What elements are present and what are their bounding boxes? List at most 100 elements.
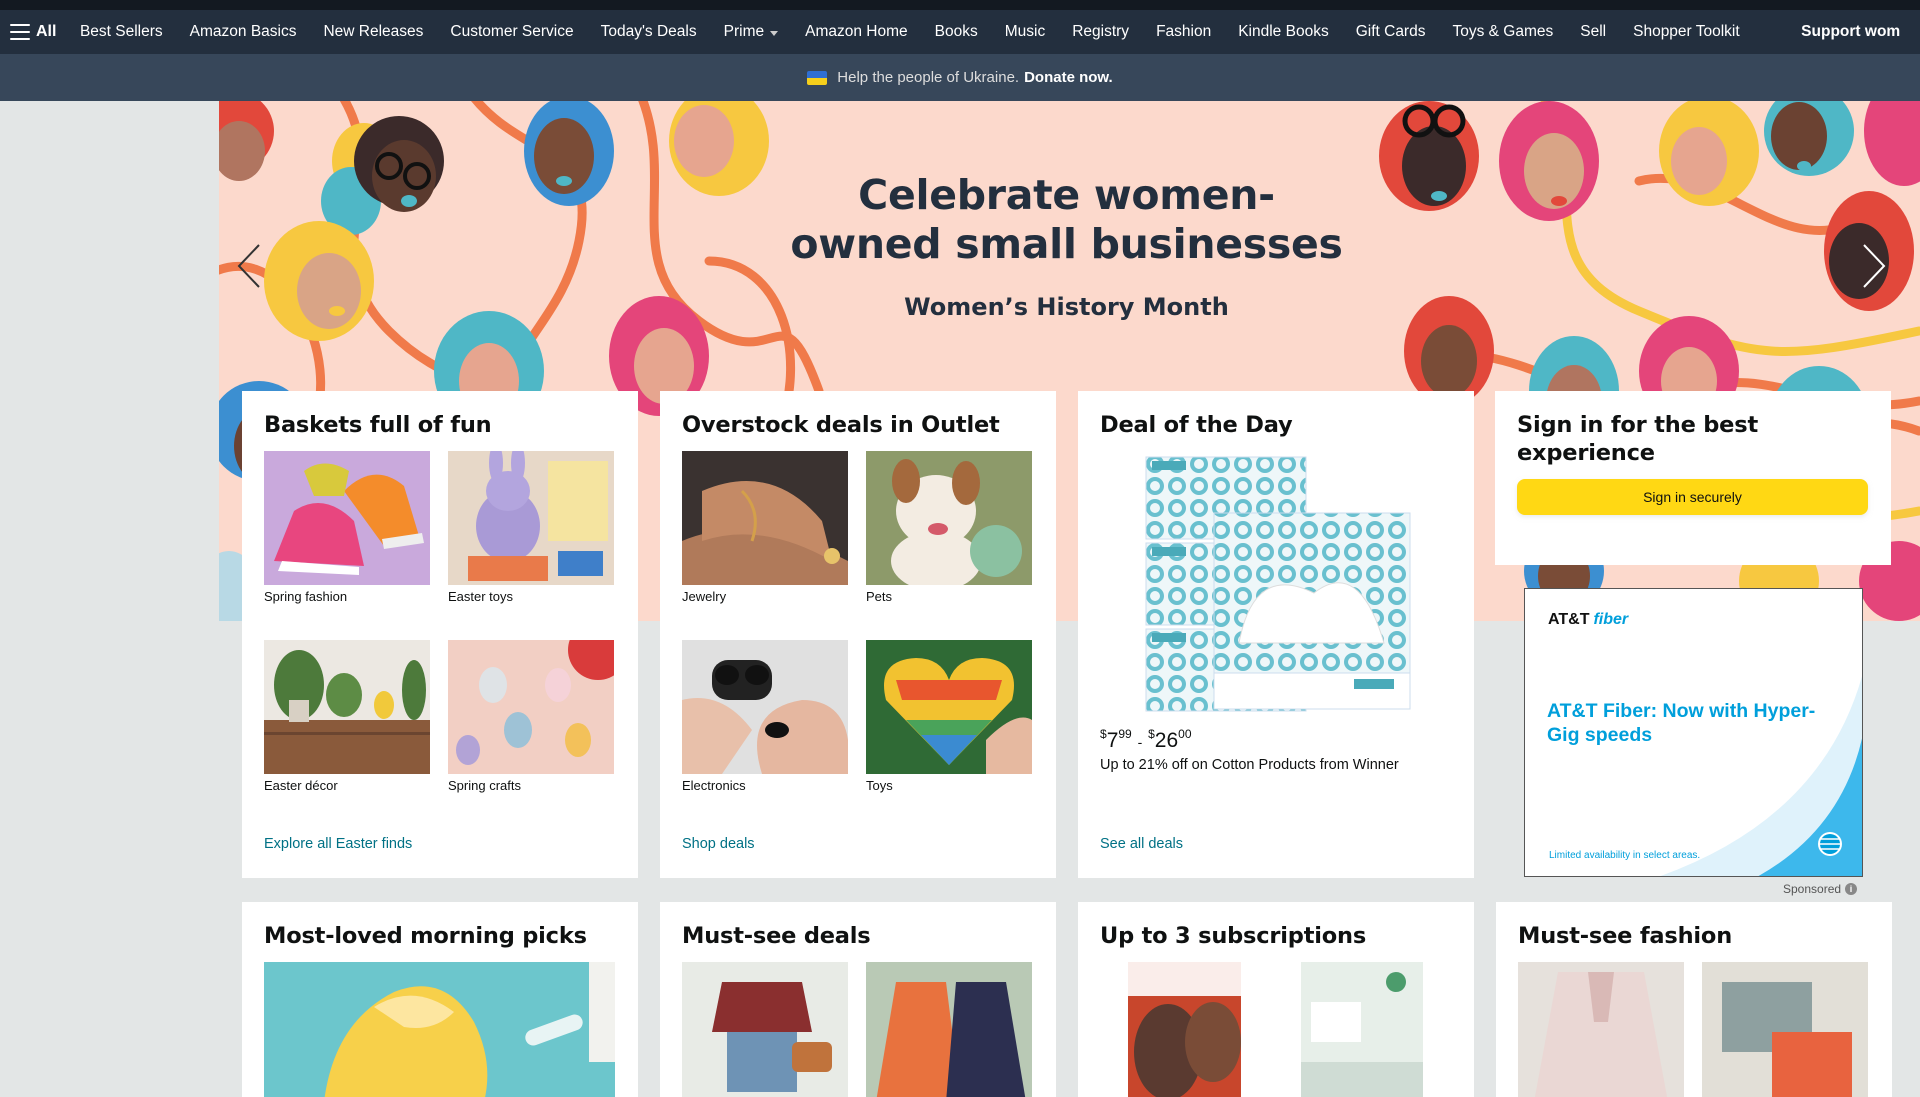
carousel-prev-button[interactable]	[219, 221, 279, 311]
ad-brand: AT&T fiber	[1548, 611, 1628, 629]
nav-amazon-basics[interactable]: Amazon Basics	[176, 10, 310, 54]
tile-easter-toys[interactable]: Easter toys	[448, 451, 614, 640]
fashion-dress-image[interactable]	[1518, 962, 1684, 1097]
see-all-deals-link[interactable]: See all deals	[1100, 836, 1183, 852]
nav-shopper-toolkit[interactable]: Shopper Toolkit	[1620, 10, 1754, 54]
att-fiber-ad[interactable]: AT&T fiber AT&T Fiber: Now with Hyper-Gig…	[1524, 588, 1863, 877]
tile-toys[interactable]: Toys	[866, 640, 1032, 829]
ad-fine-print: Limited availability in select areas.	[1549, 850, 1701, 861]
nav-fashion[interactable]: Fashion	[1143, 10, 1225, 54]
spring-fashion-image	[264, 451, 430, 585]
ukraine-text: Help the people of Ukraine.	[837, 69, 1020, 86]
hero-text: Celebrate women-owned small businesses W…	[219, 171, 1914, 321]
nav-books[interactable]: Books	[921, 10, 991, 54]
nav-amazon-home[interactable]: Amazon Home	[792, 10, 922, 54]
price-high-whole: 26	[1154, 729, 1179, 752]
sponsored-text: Sponsored	[1783, 882, 1842, 896]
main-nav: All Best Sellers Amazon Basics New Relea…	[0, 10, 1920, 54]
sponsored-label[interactable]: Sponsored i	[1783, 882, 1858, 896]
tile-pets[interactable]: Pets	[866, 451, 1032, 640]
deal-dress-image[interactable]	[866, 962, 1032, 1097]
tile-spring-crafts[interactable]: Spring crafts	[448, 640, 614, 829]
info-icon[interactable]: i	[1845, 883, 1858, 895]
nav-toys-games[interactable]: Toys & Games	[1439, 10, 1567, 54]
pets-image	[866, 451, 1032, 585]
spring-crafts-image	[448, 640, 614, 774]
card-outlet: Overstock deals in Outlet Jewelry Pets E…	[660, 391, 1056, 878]
nav-gift-cards[interactable]: Gift Cards	[1342, 10, 1439, 54]
card-title: Baskets full of fun	[264, 412, 492, 438]
nav-customer-service[interactable]: Customer Service	[437, 10, 587, 54]
ad-brand-name: AT&T	[1548, 611, 1590, 628]
easter-decor-image	[264, 640, 430, 774]
tile-caption: Easter décor	[264, 778, 338, 793]
nav-prime[interactable]: Prime	[710, 10, 791, 54]
deal-price: $799 - $2600	[1100, 727, 1192, 752]
tile-caption: Jewelry	[682, 589, 727, 604]
electronics-image	[682, 640, 848, 774]
nav-promo-link[interactable]: Support wom	[1753, 23, 1900, 41]
tile-caption: Electronics	[682, 778, 746, 793]
ukraine-banner[interactable]: Help the people of Ukraine. Donate now.	[0, 54, 1920, 101]
ad-brand-suffix: fiber	[1593, 611, 1629, 628]
hero-title: Celebrate women-owned small businesses	[790, 171, 1343, 268]
card-deal-of-day: Deal of the Day $799 - $2600 Up to 21% o	[1078, 391, 1474, 878]
card-title: Deal of the Day	[1100, 412, 1293, 438]
tile-easter-decor[interactable]: Easter décor	[264, 640, 430, 829]
nav-kindle-books[interactable]: Kindle Books	[1225, 10, 1342, 54]
tile-caption: Toys	[866, 778, 893, 793]
card-title: Up to 3 subscriptions	[1100, 923, 1367, 949]
top-strip	[0, 0, 1920, 10]
jewelry-image	[682, 451, 848, 585]
chevron-right-icon	[1863, 244, 1886, 288]
card-title: Overstock deals in Outlet	[682, 412, 1000, 438]
nav-todays-deals[interactable]: Today's Deals	[587, 10, 710, 54]
card-subscriptions: Up to 3 subscriptions	[1078, 902, 1474, 1097]
tile-spring-fashion[interactable]: Spring fashion	[264, 451, 430, 640]
magazine-people-image[interactable]	[1128, 962, 1241, 1097]
morning-picks-image[interactable]	[264, 962, 615, 1097]
signin-button[interactable]: Sign in securely	[1517, 479, 1868, 515]
fashion-shorts-image[interactable]	[1702, 962, 1868, 1097]
ukraine-flag-icon	[807, 70, 828, 85]
shop-deals-link[interactable]: Shop deals	[682, 836, 755, 852]
nav-best-sellers[interactable]: Best Sellers	[66, 10, 176, 54]
signin-card: Sign in for the best experience Sign in …	[1495, 391, 1891, 565]
nav-new-releases[interactable]: New Releases	[310, 10, 437, 54]
magazine-realsimple-image[interactable]	[1301, 962, 1423, 1097]
tile-electronics[interactable]: Electronics	[682, 640, 848, 829]
card-title: Must-see fashion	[1518, 923, 1733, 949]
caret-down-icon	[770, 30, 779, 36]
hero-subtitle: Women’s History Month	[904, 293, 1229, 321]
deal-product-image[interactable]	[1144, 453, 1414, 715]
chevron-left-icon	[237, 244, 260, 288]
carousel-next-button[interactable]	[1844, 221, 1904, 311]
donate-link[interactable]: Donate now.	[1024, 69, 1113, 86]
tile-caption: Spring crafts	[448, 778, 521, 793]
price-low-whole: 7	[1106, 729, 1119, 752]
ad-headline: AT&T Fiber: Now with Hyper-Gig speeds	[1547, 700, 1816, 746]
nav-prime-label: Prime	[723, 23, 765, 40]
nav-sell[interactable]: Sell	[1567, 10, 1620, 54]
card-must-see-deals: Must-see deals	[660, 902, 1056, 1097]
explore-easter-link[interactable]: Explore all Easter finds	[264, 836, 412, 852]
card-morning-picks: Most-loved morning picks	[242, 902, 638, 1097]
hamburger-icon	[10, 24, 30, 40]
tile-jewelry[interactable]: Jewelry	[682, 451, 848, 640]
card-title: Must-see deals	[682, 923, 871, 949]
all-menu-button[interactable]: All	[0, 10, 66, 54]
tile-caption: Easter toys	[448, 589, 514, 604]
card-baskets: Baskets full of fun Spring fashion Easte…	[242, 391, 638, 878]
price-low-frac: 99	[1118, 727, 1132, 741]
nav-registry[interactable]: Registry	[1059, 10, 1143, 54]
deal-description[interactable]: Up to 21% off on Cotton Products from Wi…	[1100, 757, 1452, 773]
toys-image	[866, 640, 1032, 774]
deal-outfit-image[interactable]	[682, 962, 848, 1097]
tile-caption: Pets	[866, 589, 893, 604]
currency-symbol: $	[1148, 727, 1155, 741]
nav-music[interactable]: Music	[991, 10, 1058, 54]
signin-title: Sign in for the best experience	[1517, 412, 1758, 466]
currency-symbol: $	[1100, 727, 1107, 741]
card-must-see-fashion: Must-see fashion	[1496, 902, 1892, 1097]
card-title: Most-loved morning picks	[264, 923, 587, 949]
